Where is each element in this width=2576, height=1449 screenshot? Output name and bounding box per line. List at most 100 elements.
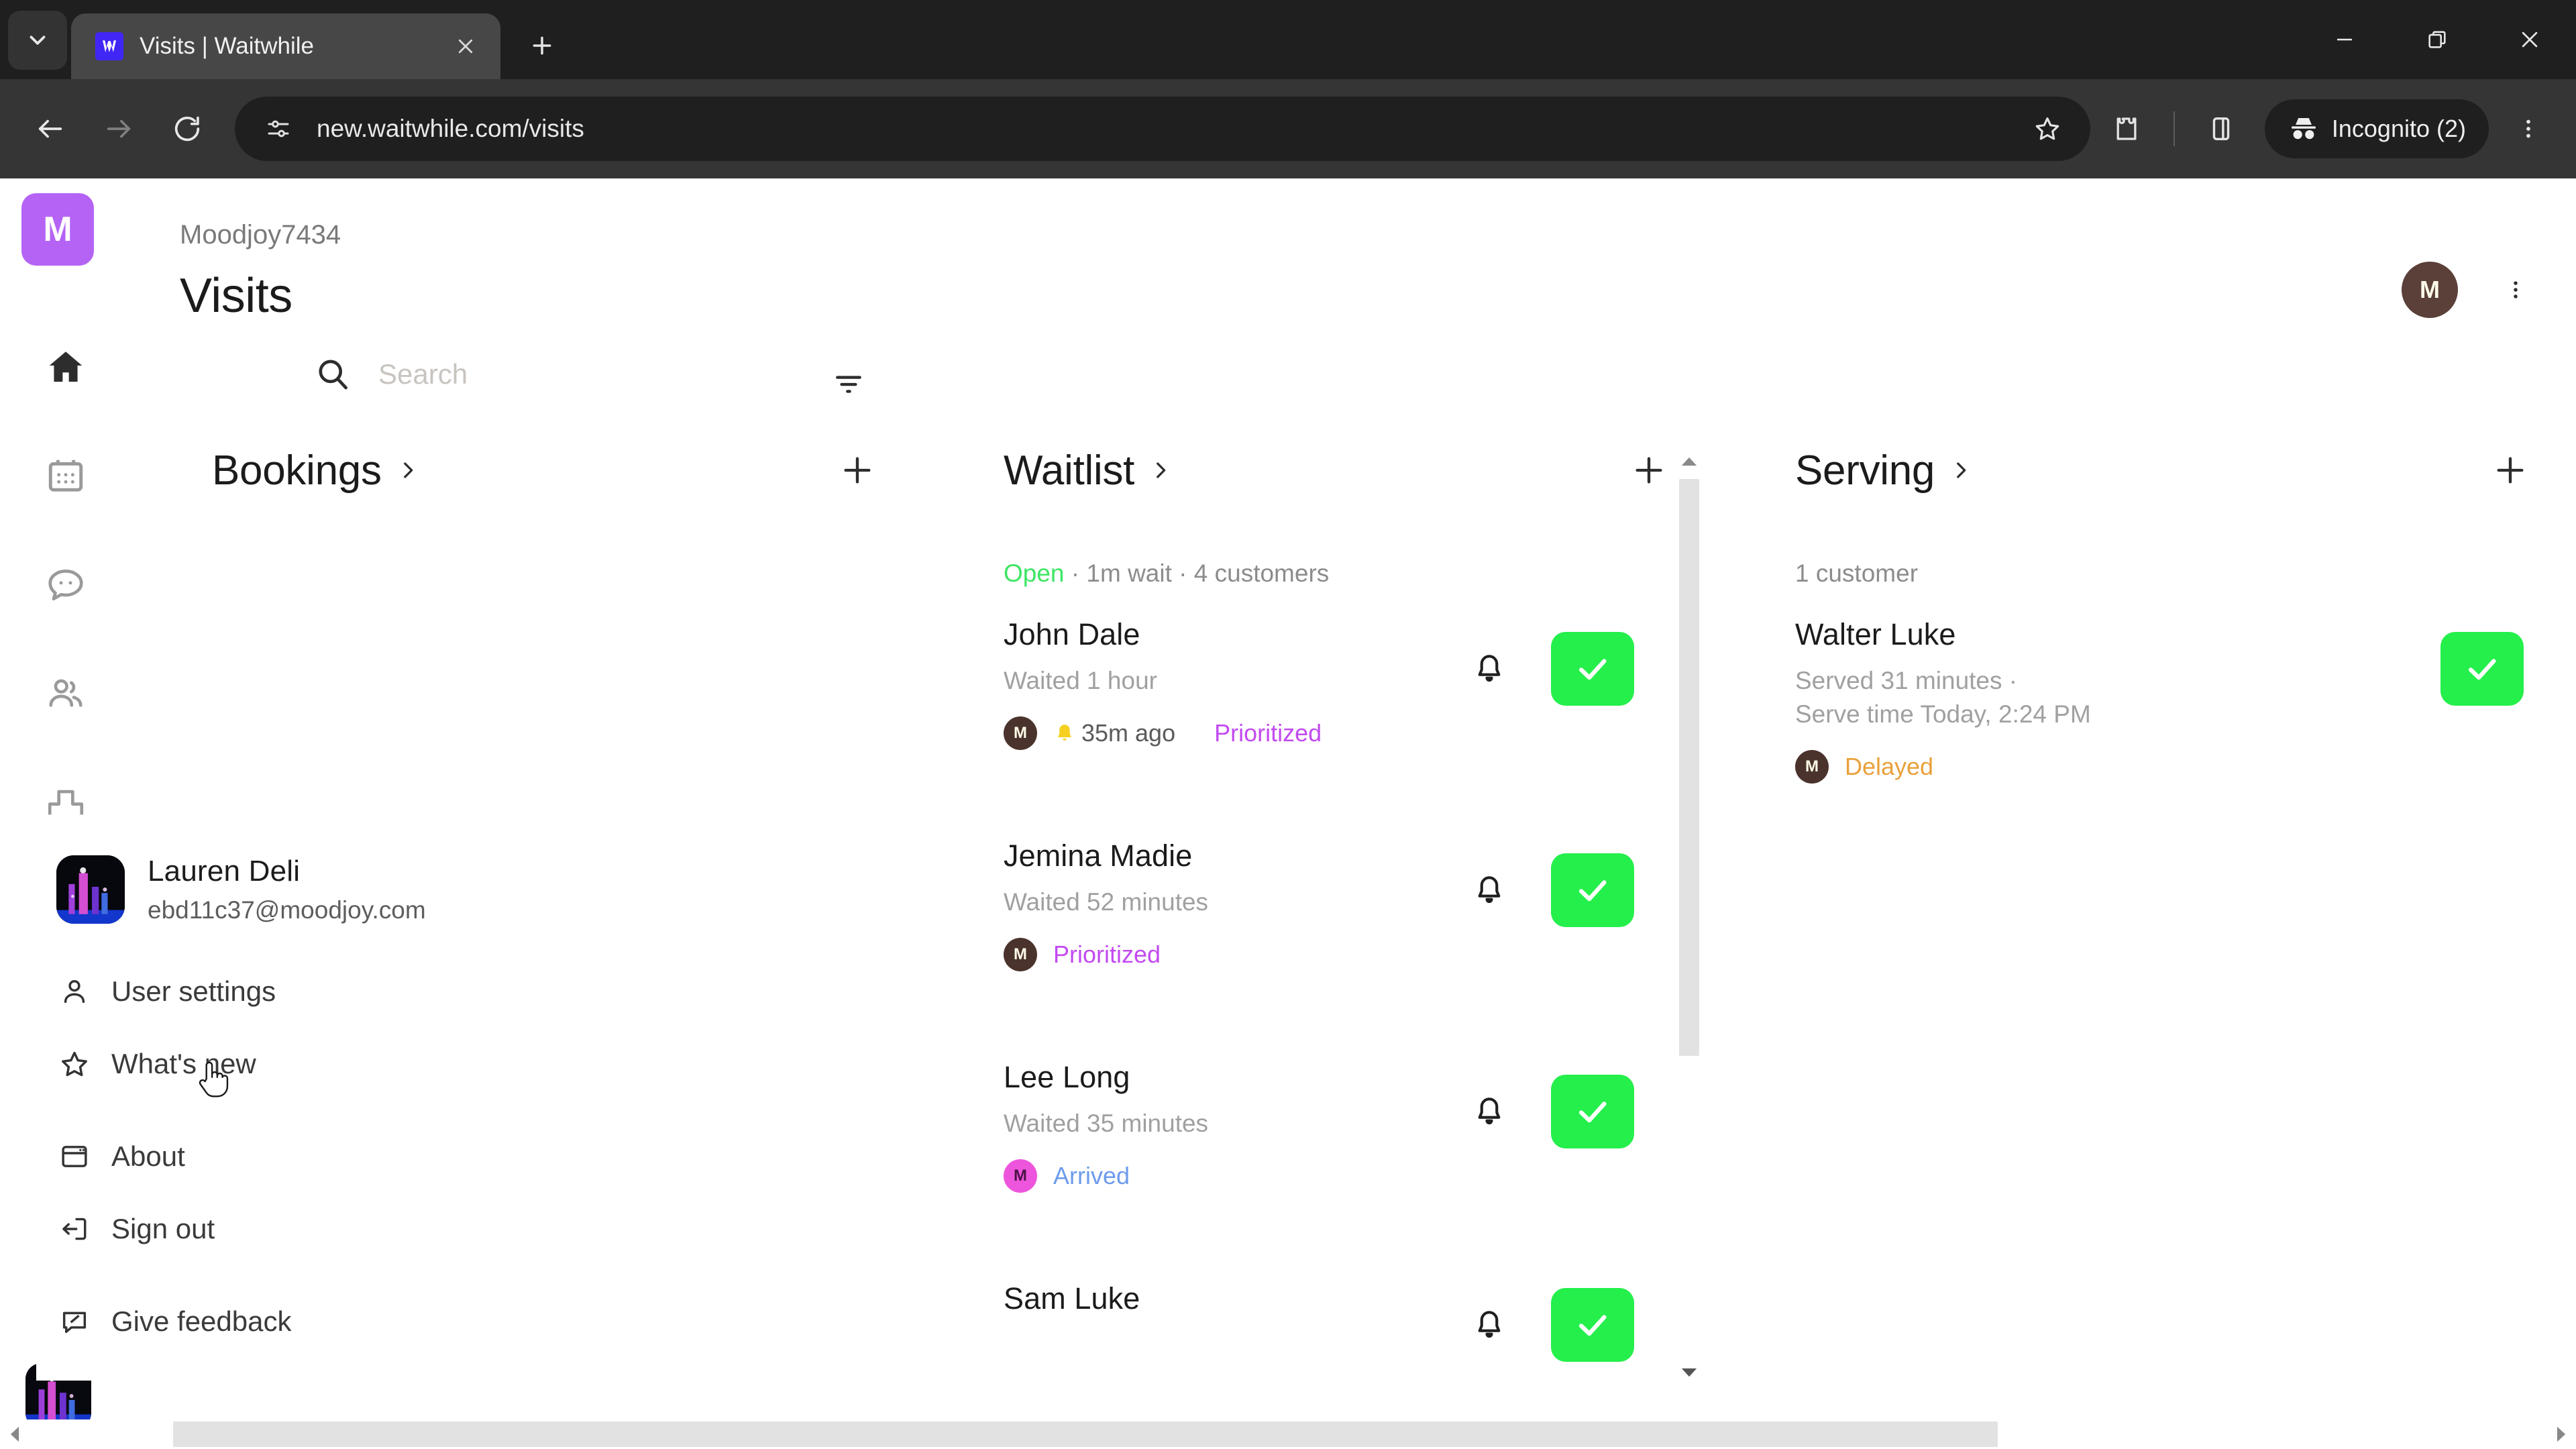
page-more-button[interactable] xyxy=(2496,264,2536,315)
filter-icon xyxy=(836,376,861,393)
notify-button[interactable] xyxy=(1464,865,1515,916)
column-expand-button[interactable] xyxy=(1149,459,1172,482)
omnibox-actions xyxy=(2019,101,2076,157)
browser-tab[interactable]: Visits | Waitwhile xyxy=(71,13,500,79)
status-badge: Delayed xyxy=(1845,752,1934,780)
complete-button[interactable] xyxy=(2440,632,2524,706)
scrollbar-thumb[interactable] xyxy=(173,1421,1998,1447)
list-item[interactable]: John Dale Waited 1 hour M 35m ago Priori… xyxy=(1004,617,1715,751)
waitwhile-logo-icon xyxy=(95,32,123,60)
scroll-up-button[interactable] xyxy=(1676,448,1703,475)
menu-item-label: What's new xyxy=(111,1048,256,1079)
menu-item-sign-out[interactable]: Sign out xyxy=(36,1193,439,1265)
triangle-down-icon xyxy=(1681,1368,1697,1377)
menu-item-about[interactable]: About xyxy=(36,1120,439,1193)
check-icon xyxy=(1578,1102,1607,1123)
bell-icon xyxy=(1478,655,1501,682)
search-box[interactable] xyxy=(314,356,784,393)
column-expand-button[interactable] xyxy=(1949,459,1972,482)
tab-title: Visits | Waitwhile xyxy=(140,33,314,59)
column-expand-button[interactable] xyxy=(396,459,419,482)
tab-close-button[interactable] xyxy=(447,28,484,65)
new-tab-button[interactable] xyxy=(518,21,566,70)
filter-button[interactable] xyxy=(828,364,869,405)
add-waitlist-button[interactable] xyxy=(1625,446,1673,494)
list-item[interactable]: Sam Luke xyxy=(1004,1281,1715,1415)
sidebar-item-messages[interactable] xyxy=(0,530,131,639)
chevron-right-icon xyxy=(1957,462,1966,478)
menu-spacer xyxy=(36,1100,439,1120)
serve-button[interactable] xyxy=(1551,1075,1634,1148)
back-button[interactable] xyxy=(19,97,82,160)
sidebar-item-calendar[interactable] xyxy=(0,421,131,530)
card-tags: M Delayed xyxy=(1795,749,2534,784)
add-booking-button[interactable] xyxy=(833,446,881,494)
extensions-button[interactable] xyxy=(2096,97,2159,160)
column-header: Waitlist xyxy=(1004,433,1715,507)
close-icon xyxy=(458,39,473,54)
user-email: ebd11c37@moodjoy.com xyxy=(148,896,426,924)
avatar: M xyxy=(1004,937,1037,971)
list-item[interactable]: Jemina Madie Waited 52 minutes M Priorit… xyxy=(1004,839,1715,973)
serve-button[interactable] xyxy=(1551,632,1634,706)
card-tags: M 35m ago Prioritized xyxy=(1004,716,1673,750)
side-panel-button[interactable] xyxy=(2190,97,2253,160)
tab-search-button[interactable] xyxy=(8,11,67,70)
home-icon xyxy=(49,352,83,382)
sidebar-item-customers[interactable] xyxy=(0,639,131,747)
bookmark-button[interactable] xyxy=(2019,101,2076,157)
forward-button[interactable] xyxy=(87,97,150,160)
card-actions xyxy=(1464,853,1634,927)
notify-button[interactable] xyxy=(1464,1086,1515,1137)
incognito-label: Incognito (2) xyxy=(2331,115,2466,142)
column-title[interactable]: Waitlist xyxy=(1004,447,1134,494)
waitlist-scrollbar[interactable] xyxy=(1676,433,1703,1406)
scroll-left-button[interactable] xyxy=(0,1419,30,1449)
menu-item-label: User settings xyxy=(111,975,276,1007)
scrollbar-thumb[interactable] xyxy=(1679,479,1699,1056)
close-window-button[interactable] xyxy=(2483,0,2576,79)
serve-button[interactable] xyxy=(1551,1288,1634,1362)
omnibox[interactable]: new.waitwhile.com/visits xyxy=(235,97,2090,161)
user-menu-popover: Lauren Deli ebd11c37@moodjoy.com User se… xyxy=(36,829,439,1381)
address-bar-url[interactable]: new.waitwhile.com/visits xyxy=(317,115,2002,143)
reload-button[interactable] xyxy=(156,97,219,160)
calendar-icon xyxy=(48,460,83,492)
incognito-indicator[interactable]: Incognito (2) xyxy=(2264,99,2489,158)
user-menu-profile[interactable]: Lauren Deli ebd11c37@moodjoy.com xyxy=(36,845,439,924)
serve-button[interactable] xyxy=(1551,853,1634,927)
menu-item-give-feedback[interactable]: Give feedback xyxy=(36,1285,439,1358)
scroll-down-button[interactable] xyxy=(1676,1359,1703,1386)
add-serving-button[interactable] xyxy=(2486,446,2534,494)
arrow-left-icon xyxy=(38,119,62,138)
maximize-button[interactable] xyxy=(2391,0,2483,79)
kebab-menu-icon xyxy=(2514,281,2518,299)
notify-button[interactable] xyxy=(1464,1299,1515,1350)
search-input[interactable] xyxy=(378,358,754,390)
list-item[interactable]: Walter Luke Served 31 minutes · Serve ti… xyxy=(1795,617,2576,784)
avatar[interactable]: M xyxy=(2402,262,2458,318)
menu-item-whats-new[interactable]: What's new xyxy=(36,1028,439,1100)
bell-icon xyxy=(1478,1311,1501,1338)
scroll-right-button[interactable] xyxy=(2546,1419,2576,1449)
triangle-right-icon xyxy=(2557,1426,2566,1442)
tune-icon xyxy=(268,120,289,138)
sign-out-icon xyxy=(62,1218,87,1240)
scrollbar-track[interactable] xyxy=(32,1421,2544,1447)
notify-button[interactable] xyxy=(1464,643,1515,694)
page-horizontal-scrollbar[interactable] xyxy=(0,1419,2576,1449)
menu-item-user-settings[interactable]: User settings xyxy=(36,955,439,1028)
chrome-menu-button[interactable] xyxy=(2500,100,2557,158)
org-logo-button[interactable]: M xyxy=(21,193,94,266)
sidebar-item-home[interactable] xyxy=(0,313,131,421)
column-title[interactable]: Serving xyxy=(1795,447,1935,494)
chevron-right-icon xyxy=(1157,462,1166,478)
column-title[interactable]: Bookings xyxy=(212,447,382,494)
list-item[interactable]: Lee Long Waited 35 minutes M Arrived xyxy=(1004,1060,1715,1194)
arrow-right-icon xyxy=(107,119,131,138)
avatar: M xyxy=(1004,716,1037,750)
menu-spacer xyxy=(36,1265,439,1285)
minimize-button[interactable] xyxy=(2298,0,2391,79)
site-info-button[interactable] xyxy=(258,108,299,150)
bell-icon xyxy=(1478,1097,1501,1125)
